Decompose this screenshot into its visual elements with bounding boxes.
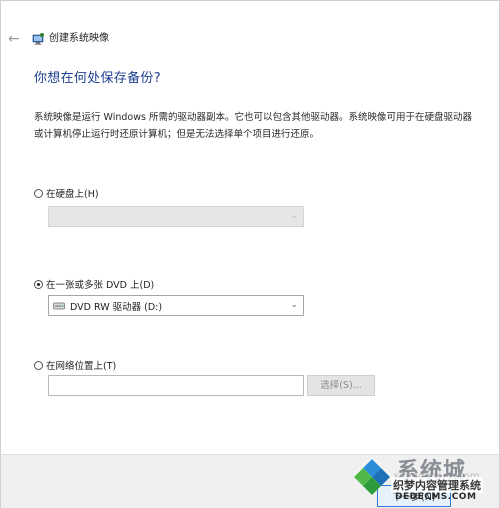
watermark-url: DEDECMS.COM [395,492,477,502]
radio-hard-disk-circle[interactable] [34,188,43,198]
dvd-drive-icon [53,302,65,309]
watermark-site-name: 织梦内容管理系统 [391,477,483,493]
window-title: 创建系统映像 [49,33,109,44]
title-bar: ← 创建系统映像 [1,23,499,55]
radio-dvd-circle[interactable] [34,279,43,289]
back-arrow-icon[interactable]: ← [8,23,24,55]
radio-network-label[interactable]: 在网络位置上(T) [46,358,116,372]
system-image-icon [32,33,44,45]
chevron-down-icon: ⌄ [290,211,298,221]
chevron-down-icon: ⌄ [290,300,298,310]
dvd-drive-dropdown-value: DVD RW 驱动器 (D:) [70,301,163,313]
radio-hard-disk-label[interactable]: 在硬盘上(H) [46,186,99,200]
radio-dvd-label[interactable]: 在一张或多张 DVD 上(D) [46,277,154,291]
network-location-input[interactable] [48,375,304,396]
radio-network[interactable]: 在网络位置上(T) [34,358,116,372]
windows-logo-icon [353,457,391,495]
radio-network-circle[interactable] [34,360,43,370]
hard-disk-dropdown: ⌄ [48,206,304,227]
dvd-drive-dropdown[interactable]: DVD RW 驱动器 (D:) ⌄ [48,295,304,316]
create-system-image-window: ← 创建系统映像 你想在何处保存备份? 系统映像是运行 Windows 所需的驱… [0,0,500,508]
radio-hard-disk[interactable]: 在硬盘上(H) [34,186,99,200]
radio-dvd[interactable]: 在一张或多张 DVD 上(D) [34,277,154,291]
site-watermark: 系统城 织梦内容管理系统 DEDECMS.COM [347,449,499,507]
page-heading: 你想在何处保存备份? [34,71,161,86]
page-description: 系统映像是运行 Windows 所需的驱动器副本。它也可以包含其他驱动器。系统映… [34,112,472,140]
browse-button[interactable]: 选择(S)... [307,375,375,396]
